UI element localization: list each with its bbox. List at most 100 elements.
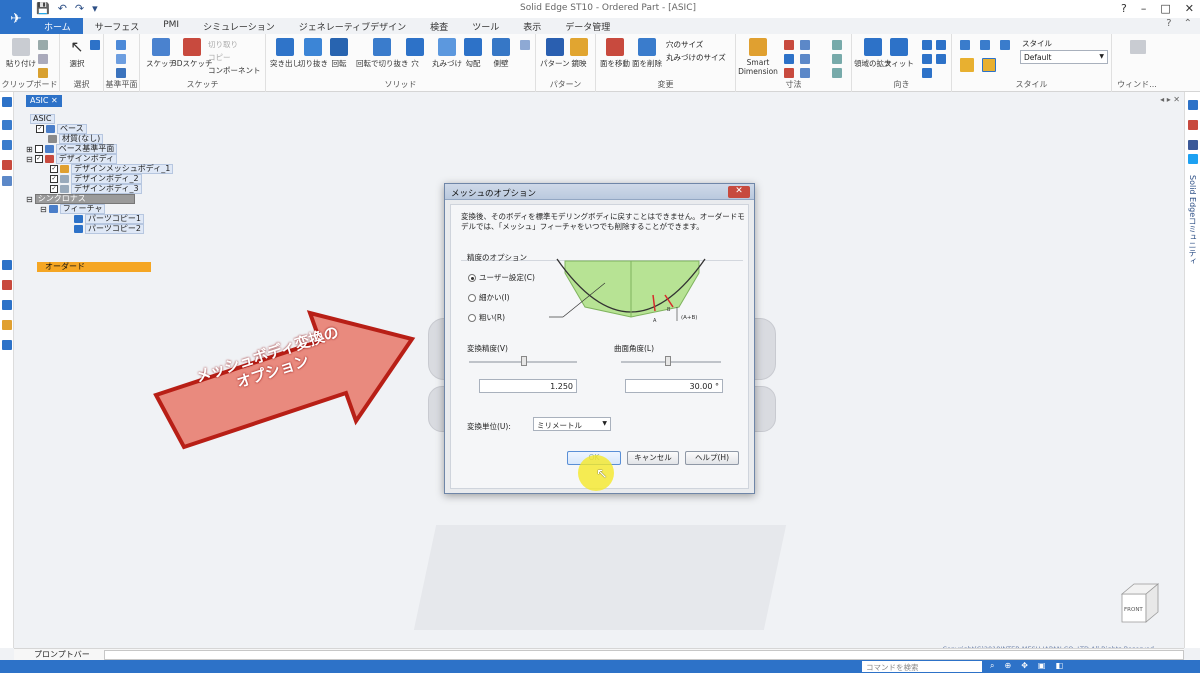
radio-button[interactable] <box>468 293 476 302</box>
select-tools-icon[interactable] <box>2 300 12 310</box>
expand-icon[interactable]: ⊞ <box>26 145 33 154</box>
view-cube[interactable]: FRONT <box>1120 582 1162 628</box>
revolved-cutout-button[interactable]: 回転で切り抜き <box>356 38 409 69</box>
minimize-button[interactable]: – <box>1141 2 1147 15</box>
dialog-close-button[interactable]: ✕ <box>728 186 750 198</box>
collapse-icon[interactable]: ⊟ <box>26 155 33 164</box>
tree-item-features[interactable]: ⊟ フィーチャ <box>40 204 106 214</box>
checkbox[interactable]: ✓ <box>34 155 43 163</box>
help-icon[interactable]: ? <box>1166 18 1171 29</box>
tree-root[interactable]: ASIC <box>30 114 55 124</box>
checkbox[interactable]: ✓ <box>50 165 58 173</box>
help-button[interactable]: ヘルプ(H) <box>685 451 739 465</box>
ordered-section[interactable]: オーダード <box>37 262 151 272</box>
save-icon[interactable]: 💾 <box>36 2 50 15</box>
tree-item-part-copy-1[interactable]: パーツコピー1 <box>74 214 144 224</box>
vertical-icon[interactable] <box>800 54 810 64</box>
pathfinder-icon[interactable] <box>2 97 12 107</box>
view-cube-front-icon[interactable] <box>960 40 970 50</box>
shaded-icon[interactable] <box>960 58 974 72</box>
view-icon[interactable]: ▣ <box>1038 661 1046 671</box>
distance-icon[interactable] <box>784 40 794 50</box>
tree-item-design-body-2[interactable]: ✓ デザインボディ_2 <box>50 174 142 184</box>
cutout-button[interactable]: 切り抜き <box>298 38 328 69</box>
move-face-button[interactable]: 面を移動 <box>600 38 630 69</box>
prompt-input[interactable] <box>104 649 1184 660</box>
customize-qat-icon[interactable]: ▾ <box>92 2 98 15</box>
tree-item-base-planes[interactable]: ⊞ ベース基準平面 <box>26 144 118 154</box>
view-cube-top-icon[interactable] <box>980 40 990 50</box>
spin-icon[interactable] <box>936 40 946 50</box>
rotate-icon[interactable] <box>922 68 932 78</box>
filter-icon[interactable] <box>90 40 100 50</box>
surface-angle-slider-track[interactable] <box>621 361 721 363</box>
conversion-precision-input[interactable]: 1.250 <box>479 379 577 393</box>
tab-controls[interactable]: ◂ ▸ ✕ <box>1160 95 1180 104</box>
tab-pmi[interactable]: PMI <box>151 18 191 34</box>
tree-item-synchronous[interactable]: ⊟ シンクロナス <box>26 194 135 204</box>
coordinate-icon[interactable] <box>800 68 810 78</box>
view-cube-iso-icon[interactable] <box>1000 40 1010 50</box>
application-button[interactable]: ✈ <box>0 0 32 38</box>
more-solid-icon[interactable] <box>520 40 530 50</box>
help-icon[interactable]: ? <box>1121 2 1127 15</box>
collapse-icon[interactable]: ⊟ <box>26 195 33 204</box>
tab-surface[interactable]: サーフェス <box>83 18 151 34</box>
round-button[interactable]: 丸みづけ <box>432 38 462 69</box>
pan-icon[interactable]: ✥ <box>1021 661 1028 671</box>
tab-inspect[interactable]: 検査 <box>418 18 460 34</box>
draft-button[interactable]: 勾配 <box>464 38 482 69</box>
search-icon[interactable]: ⌕ <box>990 661 994 671</box>
collapse-icon[interactable]: ⊟ <box>40 205 47 214</box>
radio-user-setting[interactable]: ユーザー設定(C) <box>468 272 535 283</box>
extrude-button[interactable]: 突き出し <box>270 38 300 69</box>
tree-item-base[interactable]: ✓ ベース <box>36 124 87 134</box>
link-icon[interactable] <box>2 320 12 330</box>
radio-fine[interactable]: 細かい(I) <box>468 292 510 303</box>
twitter-icon[interactable] <box>1188 154 1198 164</box>
cancel-button[interactable]: キャンセル <box>627 451 679 465</box>
globe-icon[interactable] <box>2 340 12 350</box>
revolve-button[interactable]: 回転 <box>330 38 348 69</box>
youtube-icon[interactable] <box>1188 120 1198 130</box>
tab-tools[interactable]: ツール <box>460 18 511 34</box>
tab-data-management[interactable]: データ管理 <box>553 18 622 34</box>
undo-icon[interactable]: ↶ <box>58 2 67 15</box>
fit-button[interactable]: フィット <box>884 38 914 69</box>
facebook-icon[interactable] <box>1188 140 1198 150</box>
copy-icon[interactable] <box>38 54 48 64</box>
close-button[interactable]: ✕ <box>1185 2 1194 15</box>
explode-icon[interactable] <box>2 280 12 290</box>
plane-icon[interactable] <box>116 40 126 50</box>
feature-library-icon[interactable] <box>2 160 12 170</box>
shaded-edges-icon[interactable] <box>982 58 996 72</box>
pattern-button[interactable]: パターン <box>540 38 570 69</box>
smart-dimension-button[interactable]: Smart Dimension <box>738 38 778 76</box>
zoom-icon[interactable]: ⊕ <box>1004 661 1011 671</box>
maximize-button[interactable]: □ <box>1160 2 1170 15</box>
pan-icon[interactable] <box>922 54 932 64</box>
format-painter-icon[interactable] <box>38 68 48 78</box>
select-button[interactable]: ↖ 選択 <box>68 38 86 69</box>
tab-generative-design[interactable]: ジェネレーティブデザイン <box>287 18 418 34</box>
surface-angle-slider-thumb[interactable] <box>665 356 671 366</box>
paste-button[interactable]: 貼り付け <box>6 38 36 69</box>
angle-icon[interactable] <box>784 54 794 64</box>
3d-sketch-button[interactable]: 3Dスケッチ <box>172 38 213 69</box>
copy-sketch-button[interactable]: コピー <box>208 51 261 64</box>
minimize-ribbon-icon[interactable]: ⌃ <box>1184 18 1192 29</box>
checkbox[interactable]: ✓ <box>36 125 44 133</box>
hole-button[interactable]: 穴 <box>406 38 424 69</box>
radio-button[interactable] <box>468 313 476 322</box>
command-search-input[interactable]: コマンドを検索 <box>862 661 982 672</box>
redo-icon[interactable]: ↷ <box>75 2 84 15</box>
hole-size-button[interactable]: 穴のサイズ <box>666 38 726 51</box>
checkbox[interactable]: ✓ <box>50 175 58 183</box>
tree-item-mesh-body-1[interactable]: ✓ デザインメッシュボディ_1 <box>50 164 174 174</box>
mirror-button[interactable]: 鏡映 <box>570 38 588 69</box>
radio-button[interactable] <box>468 273 476 282</box>
checkbox[interactable]: ✓ <box>50 185 58 193</box>
text-size-icon[interactable] <box>832 54 842 64</box>
coordinate-system-icon[interactable] <box>116 68 126 78</box>
cut-icon[interactable] <box>38 40 48 50</box>
